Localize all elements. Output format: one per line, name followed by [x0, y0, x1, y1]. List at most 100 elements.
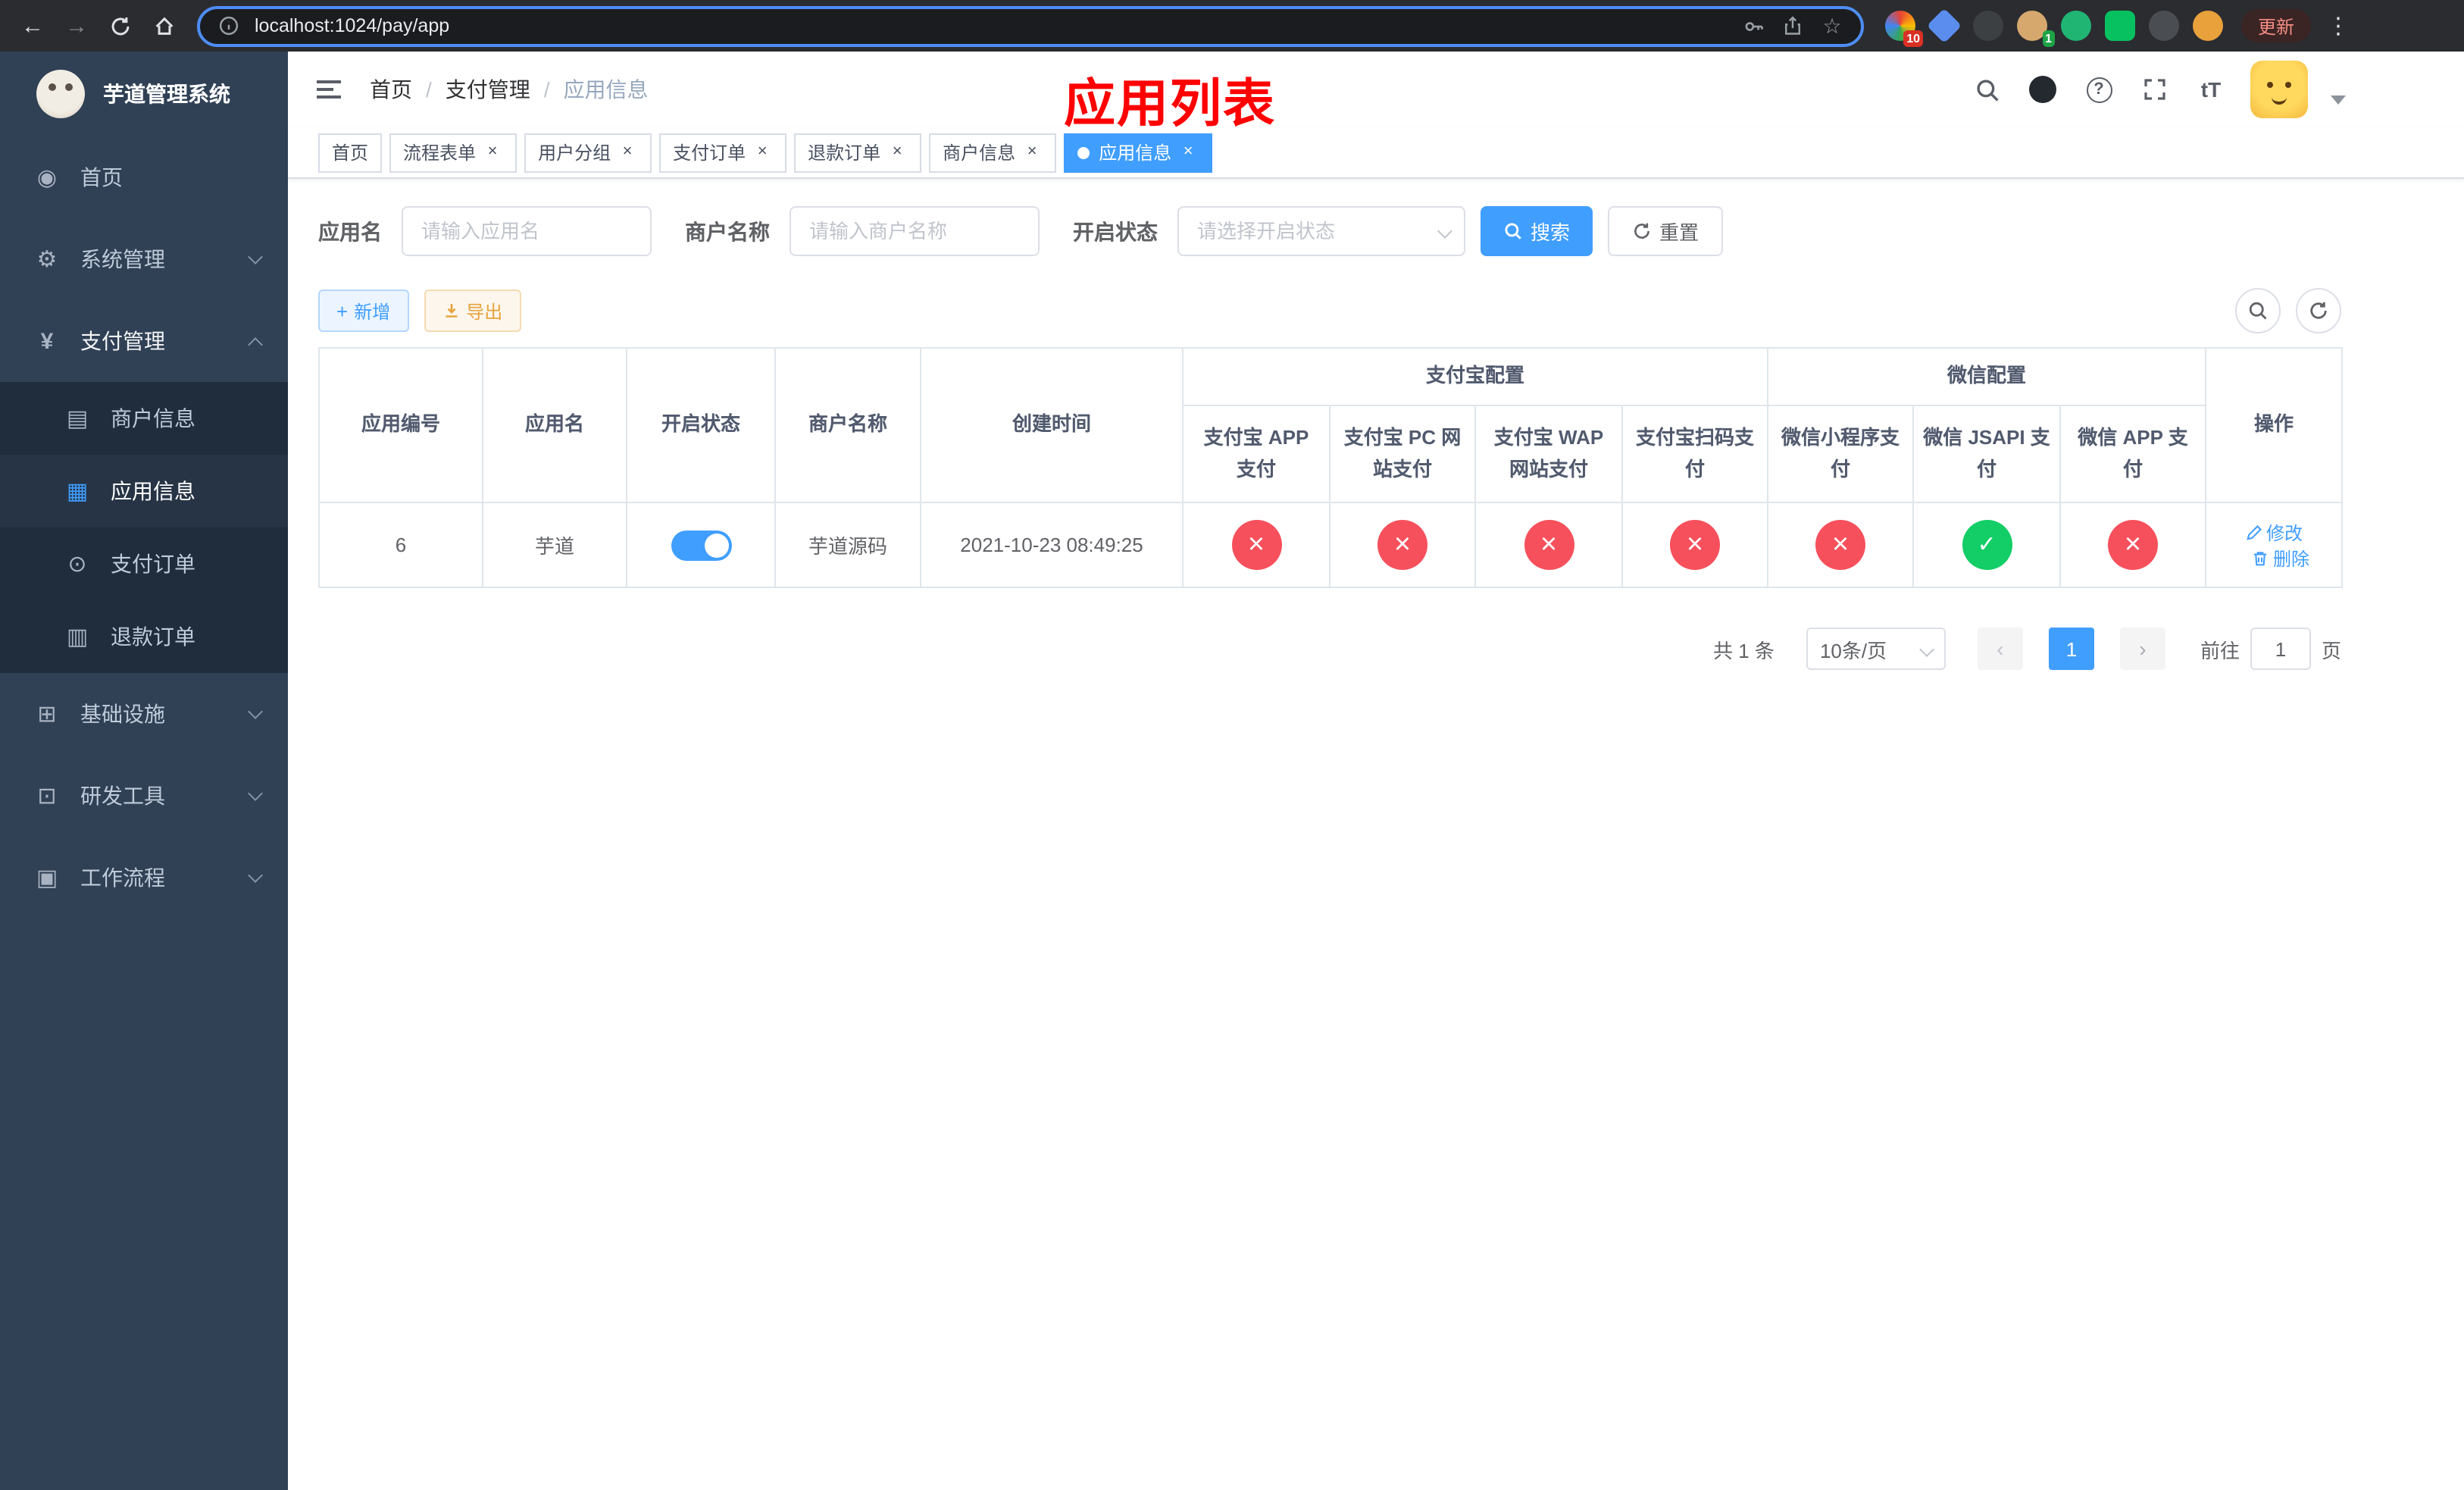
extension-icon-3[interactable]: [1973, 11, 2003, 41]
app-name-input[interactable]: [402, 206, 652, 256]
col-header-wx-app: 微信 APP 支付: [2059, 405, 2207, 503]
sidebar-item-dev-tools[interactable]: ⊡ 研发工具: [0, 755, 288, 837]
home-icon[interactable]: [144, 5, 185, 46]
breadcrumb-home[interactable]: 首页: [370, 74, 412, 105]
extension-badge: 10: [1903, 30, 1923, 47]
back-icon[interactable]: ←: [12, 5, 53, 46]
status-select[interactable]: [1177, 206, 1465, 256]
refresh-icon[interactable]: [2296, 288, 2341, 333]
col-header-alipay-wap: 支付宝 WAP 网站支付: [1474, 405, 1623, 503]
dashboard-icon: ◉: [36, 165, 58, 191]
fullscreen-icon[interactable]: [2138, 73, 2172, 106]
site-info-icon[interactable]: [215, 12, 242, 39]
breadcrumb-payment[interactable]: 支付管理: [446, 74, 530, 105]
app-logo: 芋道管理系统: [0, 52, 288, 136]
extension-icon-7[interactable]: [2149, 11, 2179, 41]
next-page-button[interactable]: ›: [2119, 628, 2165, 670]
browser-menu-icon[interactable]: ⋮: [2323, 12, 2353, 39]
sidebar: 芋道管理系统 ◉ 首页 ⚙ 系统管理 ¥ 支付管理 ▤ 商户信息 ▦ 应用信息 …: [0, 52, 288, 1490]
prev-page-button[interactable]: ‹: [1977, 628, 2023, 670]
export-button[interactable]: 导出: [424, 290, 521, 332]
tab-user-group[interactable]: 用户分组: [524, 133, 652, 172]
close-icon[interactable]: [1021, 142, 1043, 163]
page-number-1[interactable]: 1: [2048, 628, 2094, 670]
sidebar-item-system[interactable]: ⚙ 系统管理: [0, 218, 288, 300]
tab-app-info[interactable]: 应用信息: [1064, 133, 1213, 172]
password-key-icon[interactable]: [1740, 12, 1767, 39]
alipay-pc-status-icon: [1377, 520, 1427, 570]
navbar-actions: [1970, 61, 2464, 118]
col-header-status: 开启状态: [626, 347, 776, 503]
forward-icon[interactable]: →: [56, 5, 97, 46]
sidebar-item-payment[interactable]: ¥ 支付管理: [0, 300, 288, 382]
extension-icon-2[interactable]: [1926, 8, 1962, 44]
search-button[interactable]: 搜索: [1481, 206, 1593, 256]
delete-button[interactable]: 删除: [2252, 545, 2309, 571]
order-icon: ⊙: [67, 552, 87, 578]
table-toolbar: 新增 导出: [318, 288, 2341, 333]
extension-icon-6[interactable]: [2105, 11, 2135, 41]
close-icon[interactable]: [886, 142, 908, 163]
tab-home[interactable]: 首页: [318, 133, 383, 172]
close-icon[interactable]: [752, 142, 773, 163]
extension-icon-8[interactable]: [2193, 11, 2223, 41]
url-text[interactable]: localhost:1024/pay/app: [255, 15, 1728, 36]
tab-refund-order[interactable]: 退款订单: [794, 133, 922, 172]
extension-icon-4[interactable]: 1: [2017, 11, 2055, 47]
add-button[interactable]: 新增: [318, 290, 409, 332]
font-size-icon[interactable]: [2194, 73, 2228, 106]
sidebar-item-workflow[interactable]: ▣ 工作流程: [0, 837, 288, 919]
col-header-actions: 操作: [2205, 347, 2344, 503]
sidebar-item-merchant-info[interactable]: ▤ 商户信息: [0, 382, 288, 455]
tab-merchant-info[interactable]: 商户信息: [929, 133, 1057, 172]
close-icon[interactable]: [482, 142, 503, 163]
sidebar-item-home[interactable]: ◉ 首页: [0, 136, 288, 218]
col-group-wechat: 微信配置: [1767, 347, 2207, 406]
edit-button[interactable]: 修改: [2245, 519, 2303, 545]
reset-button[interactable]: 重置: [1608, 206, 1724, 256]
pagination: 共 1 条 10条/页 ‹ 1 › 前往 页: [318, 628, 2341, 670]
sidebar-item-refund-order[interactable]: ▥ 退款订单: [0, 600, 288, 673]
breadcrumb-current: 应用信息: [563, 77, 649, 102]
chevron-down-icon: [248, 867, 263, 882]
search-icon[interactable]: [1970, 73, 2003, 106]
sidebar-item-infrastructure[interactable]: ⊞ 基础设施: [0, 673, 288, 755]
bookmark-star-icon[interactable]: [1818, 12, 1846, 39]
pagination-total: 共 1 条: [1713, 639, 1775, 662]
caret-down-icon[interactable]: [2331, 95, 2346, 105]
sidebar-item-payment-order[interactable]: ⊙ 支付订单: [0, 527, 288, 600]
toggle-search-icon[interactable]: [2235, 288, 2281, 333]
hamburger-icon[interactable]: [288, 52, 370, 127]
address-bar[interactable]: localhost:1024/pay/app: [197, 5, 1864, 46]
goto-page-input[interactable]: [2250, 628, 2311, 670]
payment-submenu: ▤ 商户信息 ▦ 应用信息 ⊙ 支付订单 ▥ 退款订单: [0, 382, 288, 673]
help-icon[interactable]: [2082, 73, 2115, 106]
toolbar-right: [2235, 288, 2341, 333]
reload-icon[interactable]: [100, 5, 141, 46]
gear-icon: ⚙: [36, 247, 58, 273]
merchant-name-label: 商户名称: [685, 219, 770, 243]
col-header-id: 应用编号: [318, 347, 483, 503]
tab-payment-order[interactable]: 支付订单: [659, 133, 787, 172]
status-toggle[interactable]: [671, 530, 731, 560]
extension-icon-1[interactable]: 10: [1885, 11, 1923, 47]
share-icon[interactable]: [1779, 12, 1806, 39]
page-size-select[interactable]: 10条/页: [1806, 628, 1946, 670]
top-navbar: 首页 / 支付管理 / 应用信息: [288, 52, 2464, 127]
merchant-name-input[interactable]: [790, 206, 1040, 256]
close-icon[interactable]: [617, 142, 638, 163]
extension-icon-5[interactable]: [2061, 11, 2091, 41]
chevron-down-icon: [1919, 642, 1934, 657]
cell-app-name: 芋道: [482, 502, 627, 588]
browser-update-button[interactable]: 更新: [2241, 9, 2312, 42]
github-icon[interactable]: [2026, 73, 2059, 106]
sidebar-item-app-info[interactable]: ▦ 应用信息: [0, 455, 288, 527]
sidebar-menu: ◉ 首页 ⚙ 系统管理 ¥ 支付管理 ▤ 商户信息 ▦ 应用信息 ⊙ 支付订单 …: [0, 136, 288, 919]
status-select-input[interactable]: [1177, 206, 1465, 256]
yen-icon: ¥: [40, 328, 54, 354]
wx-mini-status-icon: [1815, 520, 1866, 570]
close-icon[interactable]: [1177, 142, 1199, 163]
refund-icon: ▥: [66, 624, 89, 650]
avatar[interactable]: [2250, 61, 2308, 118]
tab-process-form[interactable]: 流程表单: [389, 133, 518, 172]
